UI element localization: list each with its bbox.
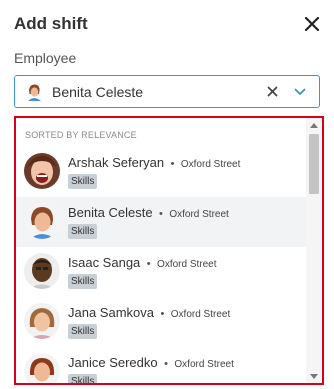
clear-x-icon	[267, 86, 277, 97]
scroll-up-button[interactable]	[306, 118, 322, 132]
scrollbar-thumb[interactable]	[309, 134, 319, 194]
employee-name: Janice Seredko	[68, 355, 158, 370]
scroll-down-arrow-icon	[310, 373, 318, 379]
employee-avatar	[24, 153, 60, 189]
employee-select[interactable]: Benita Celeste	[14, 75, 320, 108]
scroll-down-button[interactable]	[306, 369, 322, 383]
employee-location: Oxford Street	[174, 359, 234, 370]
employee-name-line: Jana Samkova • Oxford Street	[68, 304, 230, 322]
close-icon	[304, 16, 320, 32]
employee-dropdown-list: SORTED BY RELEVANCE Arshak Seferyan • Ox…	[14, 116, 324, 385]
clear-selection-button[interactable]	[261, 81, 283, 103]
selected-employee-avatar	[25, 82, 43, 101]
employee-avatar	[24, 253, 60, 289]
employee-name-line: Isaac Sanga • Oxford Street	[68, 254, 217, 272]
dialog-header: Add shift	[14, 12, 324, 36]
employee-name: Isaac Sanga	[68, 255, 141, 270]
separator: •	[159, 208, 163, 220]
employee-location: Oxford Street	[169, 209, 229, 220]
employee-name-line: Benita Celeste • Oxford Street	[68, 204, 229, 222]
employee-name: Jana Samkova	[68, 305, 154, 320]
dialog-title: Add shift	[14, 14, 88, 33]
employee-option[interactable]: Janice Seredko • Oxford Street Skills	[16, 347, 306, 383]
employee-location: Oxford Street	[170, 309, 231, 320]
scroll-up-arrow-icon	[310, 122, 318, 128]
selected-employee-name: Benita Celeste	[52, 83, 144, 100]
group-heading: SORTED BY RELEVANCE	[25, 130, 137, 140]
employee-name: Arshak Seferyan	[68, 155, 165, 170]
employee-option[interactable]: Isaac Sanga • Oxford Street Skills	[16, 247, 306, 297]
skills-badge: Skills	[68, 374, 98, 383]
employee-avatar	[24, 353, 60, 383]
employee-name: Benita Celeste	[68, 205, 153, 220]
employee-avatar	[24, 203, 60, 239]
skills-badge: Skills	[68, 274, 98, 289]
employee-name-line: Janice Seredko • Oxford Street	[68, 354, 234, 372]
employee-label: Employee	[14, 50, 77, 66]
employee-avatar	[24, 303, 60, 339]
open-dropdown-button[interactable]	[289, 81, 311, 103]
close-button[interactable]	[300, 12, 324, 36]
employee-location: Oxford Street	[157, 259, 217, 270]
employee-options: SORTED BY RELEVANCE Arshak Seferyan • Ox…	[16, 118, 306, 383]
skills-badge: Skills	[68, 324, 98, 339]
employee-location: Oxford Street	[180, 159, 241, 170]
add-shift-dialog: Add shift Employee Benita Celeste SORTED…	[0, 0, 334, 389]
employee-name-line: Arshak Seferyan • Oxford Street	[68, 154, 240, 172]
dropdown-scrollbar[interactable]	[306, 118, 322, 383]
employee-option[interactable]: Jana Samkova • Oxford Street Skills	[16, 297, 306, 347]
separator: •	[160, 308, 165, 320]
separator: •	[170, 158, 175, 170]
employee-option-selected[interactable]: Benita Celeste • Oxford Street Skills	[16, 197, 306, 247]
skills-badge: Skills	[68, 174, 98, 189]
chevron-down-icon	[294, 88, 306, 95]
employee-option[interactable]: Arshak Seferyan • Oxford Street Skills	[16, 147, 306, 197]
skills-badge: Skills	[68, 224, 98, 239]
separator: •	[164, 358, 168, 370]
separator: •	[146, 258, 151, 270]
